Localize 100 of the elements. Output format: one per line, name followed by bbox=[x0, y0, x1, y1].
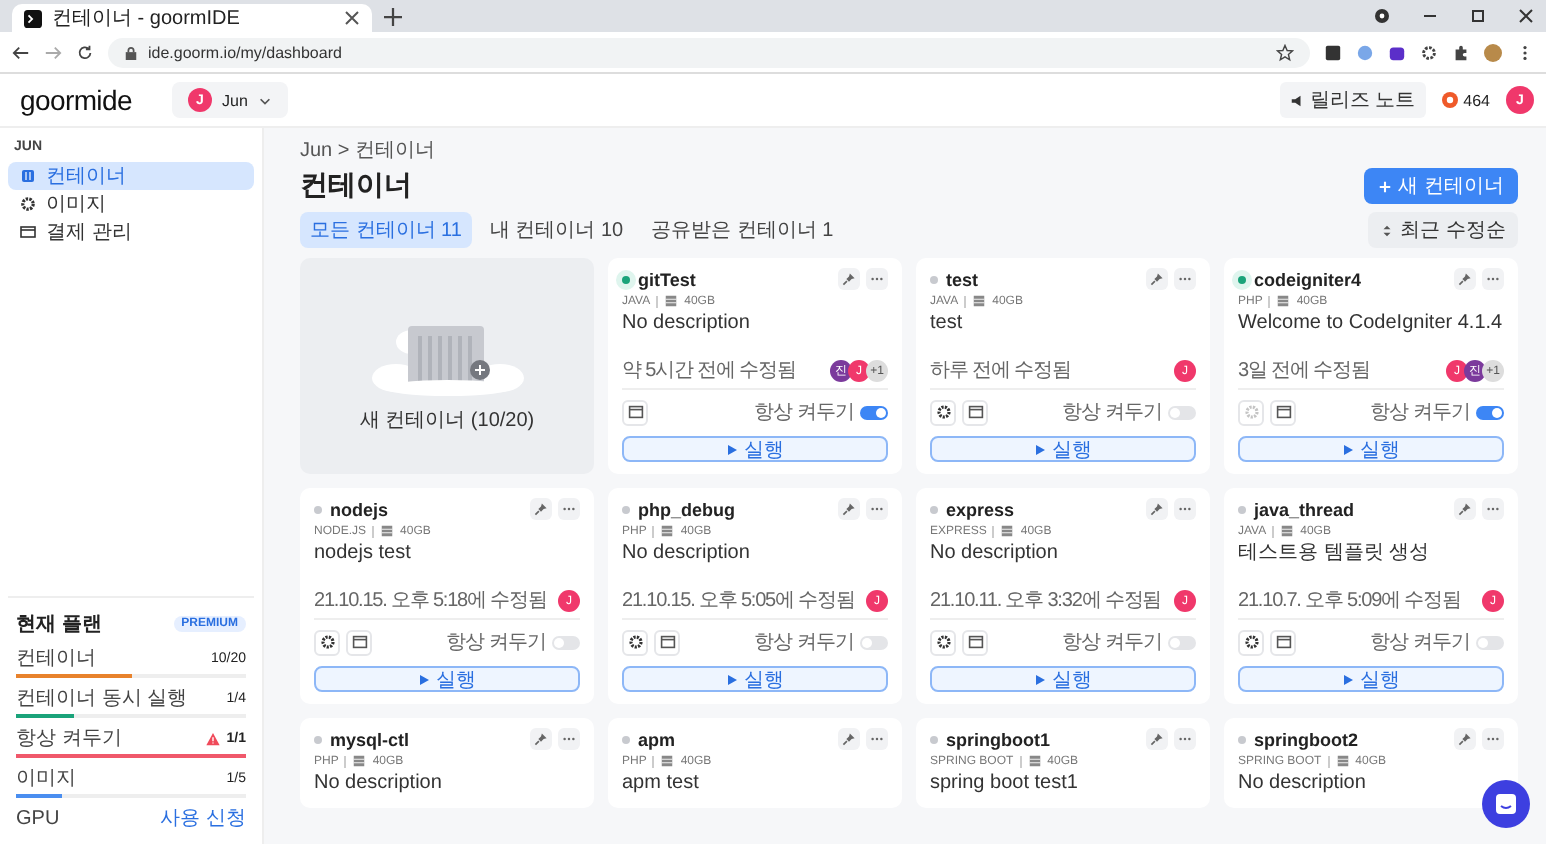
container-name[interactable]: test bbox=[946, 269, 979, 289]
more-button[interactable] bbox=[866, 498, 888, 520]
pin-button[interactable] bbox=[1146, 268, 1168, 290]
terminal-button[interactable] bbox=[654, 629, 680, 655]
more-button[interactable] bbox=[1174, 268, 1196, 290]
new-container-card[interactable]: 새 컨테이너 (10/20) bbox=[300, 258, 594, 474]
filter-tab[interactable]: 공유받은 컨테이너 1 bbox=[641, 212, 844, 248]
run-button[interactable]: 실행 bbox=[314, 666, 580, 692]
container-description: No description bbox=[930, 542, 1060, 566]
container-name[interactable]: java_thread bbox=[1254, 499, 1355, 519]
more-button[interactable] bbox=[558, 498, 580, 520]
container-name[interactable]: express bbox=[946, 499, 1015, 519]
modified-time: 21.10.15. 오후 5:18에 수정됨 bbox=[314, 590, 549, 612]
run-button[interactable]: 실행 bbox=[622, 666, 888, 692]
pin-button[interactable] bbox=[838, 728, 860, 750]
more-button[interactable] bbox=[1174, 728, 1196, 750]
container-name[interactable]: apm bbox=[638, 729, 676, 749]
more-button[interactable] bbox=[866, 728, 888, 750]
terminal-button[interactable] bbox=[1270, 399, 1296, 425]
more-button[interactable] bbox=[866, 268, 888, 290]
more-button[interactable] bbox=[1482, 728, 1504, 750]
sidebar-item[interactable]: 이미지 bbox=[8, 190, 254, 218]
maximize-icon[interactable] bbox=[1470, 8, 1486, 24]
filter-tab[interactable]: 모든 컨테이너 11 bbox=[300, 212, 472, 248]
pin-icon bbox=[842, 272, 856, 286]
sort-button[interactable]: 최근 수정순 bbox=[1368, 212, 1518, 248]
more-button[interactable] bbox=[1174, 498, 1196, 520]
modified-time: 21.10.15. 오후 5:05에 수정됨 bbox=[622, 590, 857, 612]
pin-icon bbox=[842, 502, 856, 516]
run-button[interactable]: 실행 bbox=[930, 666, 1196, 692]
settings-icon bbox=[935, 404, 951, 420]
always-on-toggle[interactable] bbox=[552, 635, 580, 649]
more-button[interactable] bbox=[1482, 498, 1504, 520]
disk-icon bbox=[380, 524, 395, 538]
terminal-button[interactable] bbox=[962, 629, 988, 655]
back-icon[interactable] bbox=[12, 43, 30, 61]
run-button[interactable]: 실행 bbox=[930, 436, 1196, 462]
more-icon bbox=[870, 272, 884, 286]
browser-tab[interactable]: 컨테이너 - goormIDE bbox=[12, 4, 372, 32]
run-button[interactable]: 실행 bbox=[1238, 436, 1504, 462]
avatar-icon[interactable] bbox=[1484, 43, 1502, 61]
always-on-label: 항상 켜두기 bbox=[1062, 630, 1162, 656]
always-on-toggle[interactable] bbox=[1476, 405, 1504, 419]
filter-tab[interactable]: 내 컨테이너 10 bbox=[479, 212, 634, 248]
settings-button[interactable] bbox=[1238, 629, 1264, 655]
logo[interactable]: goormide bbox=[20, 84, 156, 116]
container-name[interactable]: springboot2 bbox=[1254, 729, 1358, 749]
chat-button[interactable] bbox=[1482, 780, 1530, 828]
container-name[interactable]: gitTest bbox=[638, 269, 696, 289]
pin-button[interactable] bbox=[1454, 728, 1476, 750]
settings-button[interactable] bbox=[930, 629, 956, 655]
container-name[interactable]: mysql-ctl bbox=[330, 729, 410, 749]
pin-button[interactable] bbox=[530, 498, 552, 520]
run-button[interactable]: 실행 bbox=[1238, 666, 1504, 692]
more-button[interactable] bbox=[1482, 268, 1504, 290]
container-name[interactable]: codeigniter4 bbox=[1254, 269, 1362, 289]
always-on-toggle[interactable] bbox=[1476, 635, 1504, 649]
always-on-toggle[interactable] bbox=[1168, 405, 1196, 419]
terminal-button[interactable] bbox=[962, 399, 988, 425]
reload-icon[interactable] bbox=[76, 43, 94, 61]
star-icon[interactable] bbox=[1276, 43, 1294, 61]
always-on-toggle[interactable] bbox=[860, 405, 888, 419]
pin-button[interactable] bbox=[530, 728, 552, 750]
pin-button[interactable] bbox=[838, 268, 860, 290]
close-icon[interactable] bbox=[344, 10, 360, 26]
modified-time: 21.10.7. 오후 5:09에 수정됨 bbox=[1238, 590, 1463, 612]
settings-button[interactable] bbox=[930, 399, 956, 425]
container-name[interactable]: springboot1 bbox=[946, 729, 1050, 749]
container-name[interactable]: php_debug bbox=[638, 499, 735, 519]
settings-button[interactable] bbox=[622, 629, 648, 655]
apply-link[interactable]: 사용 신청 bbox=[160, 804, 246, 832]
pin-button[interactable] bbox=[1146, 728, 1168, 750]
window-icon bbox=[659, 634, 675, 650]
sidebar-item[interactable]: 컨테이너 bbox=[8, 162, 254, 190]
pin-button[interactable] bbox=[1146, 498, 1168, 520]
run-button[interactable]: 실행 bbox=[622, 436, 888, 462]
new-tab-icon[interactable] bbox=[384, 7, 402, 25]
pin-button[interactable] bbox=[1454, 498, 1476, 520]
always-on-toggle[interactable] bbox=[1168, 635, 1196, 649]
terminal-button[interactable] bbox=[622, 399, 648, 425]
window-icon bbox=[627, 404, 643, 420]
points-button[interactable]: 464 bbox=[1441, 91, 1490, 109]
always-on-toggle[interactable] bbox=[860, 635, 888, 649]
terminal-button[interactable] bbox=[346, 629, 372, 655]
disk-icon bbox=[660, 524, 675, 538]
puzzle-icon[interactable] bbox=[1452, 43, 1470, 61]
plan-title: 현재 플랜 bbox=[16, 612, 102, 638]
more-button[interactable] bbox=[558, 728, 580, 750]
close-icon[interactable] bbox=[1518, 8, 1534, 24]
pin-button[interactable] bbox=[838, 498, 860, 520]
container-description: No description bbox=[622, 312, 752, 336]
pin-button[interactable] bbox=[1454, 268, 1476, 290]
address-bar[interactable]: ide.goorm.io/my/dashboard bbox=[108, 37, 1310, 67]
container-name[interactable]: nodejs bbox=[330, 499, 389, 519]
new-container-button[interactable]: 새 컨테이너 bbox=[1364, 168, 1518, 204]
disk-icon bbox=[1000, 524, 1015, 538]
terminal-button[interactable] bbox=[1270, 629, 1296, 655]
settings-button[interactable] bbox=[314, 629, 340, 655]
sidebar-item[interactable]: 결제 관리 bbox=[8, 218, 254, 246]
release-notes-button[interactable]: 릴리즈 노트 bbox=[1279, 82, 1426, 118]
